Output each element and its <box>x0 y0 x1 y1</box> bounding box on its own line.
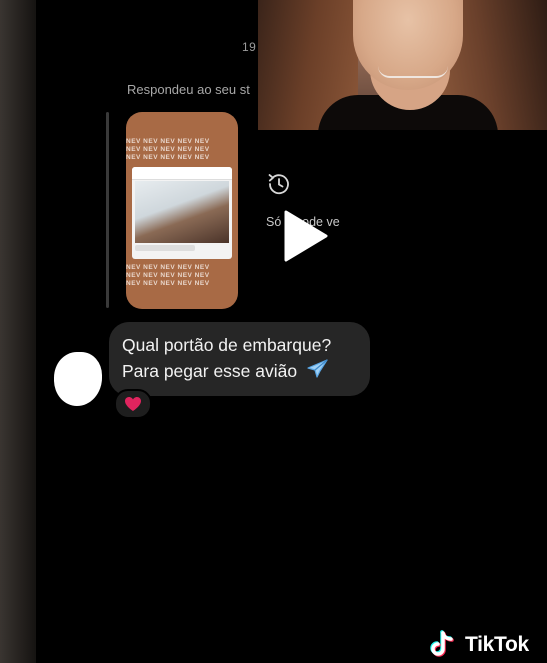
story-watermark-bottom: NEV NEV NEV NEV NEV <box>126 272 210 279</box>
story-watermark-bottom: NEV NEV NEV NEV NEV <box>126 264 210 271</box>
history-icon <box>268 174 289 195</box>
tiktok-logo-icon <box>430 630 454 657</box>
reply-label: Respondeu ao seu st <box>127 82 250 97</box>
airplane-icon <box>307 359 328 378</box>
heart-reaction[interactable] <box>114 389 152 419</box>
necklace <box>378 66 448 78</box>
message-bubble[interactable]: Qual portão de embarque? Para pegar esse… <box>109 322 370 396</box>
story-post-card <box>132 167 232 259</box>
story-watermark-top: NEV NEV NEV NEV NEV <box>126 146 210 153</box>
story-watermark-bottom: NEV NEV NEV NEV NEV <box>126 280 210 287</box>
story-photo <box>135 181 229 243</box>
tiktok-watermark: TikTok <box>465 633 529 656</box>
reply-indicator-bar <box>106 112 109 308</box>
background-edge <box>0 0 36 663</box>
story-watermark-top: NEV NEV NEV NEV NEV <box>126 154 210 161</box>
message-line: Para pegar esse avião <box>122 361 298 381</box>
story-thumbnail[interactable]: NEV NEV NEV NEV NEV NEV NEV NEV NEV NEV … <box>126 112 238 309</box>
facecam-video <box>258 0 547 130</box>
story-watermark-top: NEV NEV NEV NEV NEV <box>126 138 210 145</box>
message-line: Qual portão de embarque? <box>122 335 332 355</box>
play-icon[interactable] <box>280 208 330 264</box>
heart-icon <box>125 397 141 411</box>
